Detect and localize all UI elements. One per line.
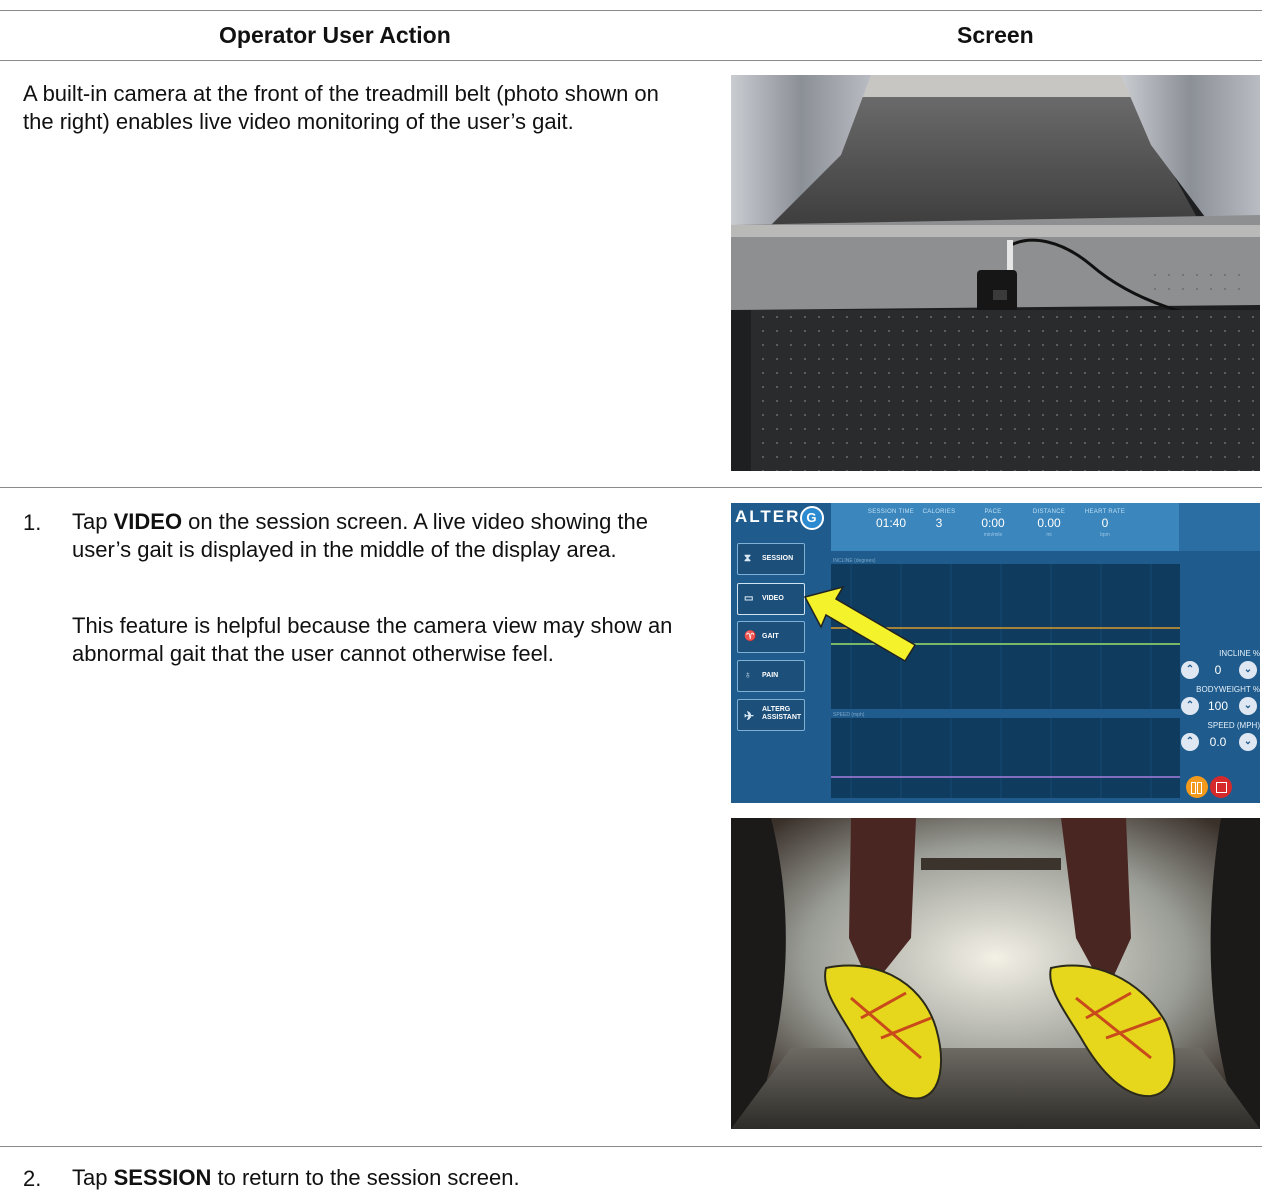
stat-pace: PACE 0:00 min/mile bbox=[981, 509, 1005, 538]
video-keyword: VIDEO bbox=[113, 509, 183, 534]
column-header-action: Operator User Action bbox=[219, 22, 451, 48]
step2-text: Tap SESSION to return to the session scr… bbox=[72, 1165, 520, 1190]
stat-heart-rate: HEART RATE 0 bpm bbox=[1084, 509, 1126, 538]
column-header-screen: Screen bbox=[957, 22, 1034, 48]
speed-value: 0.0 bbox=[1209, 735, 1227, 749]
runner-icon: ✈ bbox=[744, 709, 755, 723]
step2-number: 2. bbox=[23, 1166, 42, 1191]
incline-down-button[interactable]: ⌄ bbox=[1239, 661, 1257, 679]
row2-rule bbox=[0, 1146, 1262, 1147]
bodyweight-control: ⌃ 100 ⌄ bbox=[1177, 697, 1260, 719]
speed-up-button[interactable]: ⌃ bbox=[1181, 733, 1199, 751]
speed-control: ⌃ 0.0 ⌄ bbox=[1177, 733, 1260, 755]
row1-rule bbox=[0, 487, 1262, 488]
bodyweight-label: BODYWEIGHT % bbox=[1196, 685, 1260, 694]
gait-button[interactable]: ♈ GAIT bbox=[737, 621, 805, 653]
stop-button[interactable] bbox=[1210, 776, 1232, 798]
step1-text: Tap VIDEO on the session screen. A live … bbox=[72, 509, 649, 562]
speed-down-button[interactable]: ⌄ bbox=[1239, 733, 1257, 751]
video-button[interactable]: ▭ VIDEO bbox=[737, 583, 805, 615]
hourglass-icon: ⧗ bbox=[744, 553, 752, 564]
bodyweight-value: 100 bbox=[1207, 699, 1229, 713]
footprints-icon: ♈ bbox=[744, 631, 757, 642]
pain-button[interactable]: ♁ PAIN bbox=[737, 660, 805, 692]
session-screen-screenshot: ALTER G SESSION TIME 01:40 CALORIES 3 PACE 0… bbox=[731, 503, 1260, 803]
incline-up-button[interactable]: ⌃ bbox=[1181, 661, 1199, 679]
body-icon: ♁ bbox=[744, 670, 752, 681]
camera-photo bbox=[731, 75, 1260, 471]
stat-calories: CALORIES 3 bbox=[922, 509, 956, 530]
bodyweight-down-button[interactable]: ⌄ bbox=[1239, 697, 1257, 715]
gait-video-photo bbox=[731, 818, 1260, 1129]
table-top-rule bbox=[0, 10, 1262, 11]
incline-label: INCLINE % bbox=[1219, 649, 1260, 658]
step1-note: This feature is helpful because the came… bbox=[72, 613, 673, 666]
pointer-arrow bbox=[803, 585, 917, 663]
step1-number: 1. bbox=[23, 510, 42, 535]
header-rule bbox=[0, 60, 1262, 61]
session-button[interactable]: ⧗ SESSION bbox=[737, 543, 805, 575]
pause-button[interactable] bbox=[1186, 776, 1208, 798]
row1-description: A built-in camera at the front of the tr… bbox=[23, 81, 659, 134]
speed-label: SPEED (MPH) bbox=[1207, 721, 1260, 730]
incline-control: ⌃ 0 ⌄ bbox=[1177, 661, 1260, 683]
speed-graph bbox=[831, 718, 1180, 798]
stat-distance: DISTANCE 0.00 mi bbox=[1032, 509, 1066, 538]
video-icon: ▭ bbox=[744, 593, 754, 604]
session-keyword: SESSION bbox=[113, 1165, 212, 1190]
alterg-logo: ALTER G bbox=[735, 506, 825, 530]
bodyweight-up-button[interactable]: ⌃ bbox=[1181, 697, 1199, 715]
alterg-assistant-button[interactable]: ✈ ALTERG ASSISTANT bbox=[737, 699, 805, 731]
incline-value: 0 bbox=[1214, 663, 1222, 677]
